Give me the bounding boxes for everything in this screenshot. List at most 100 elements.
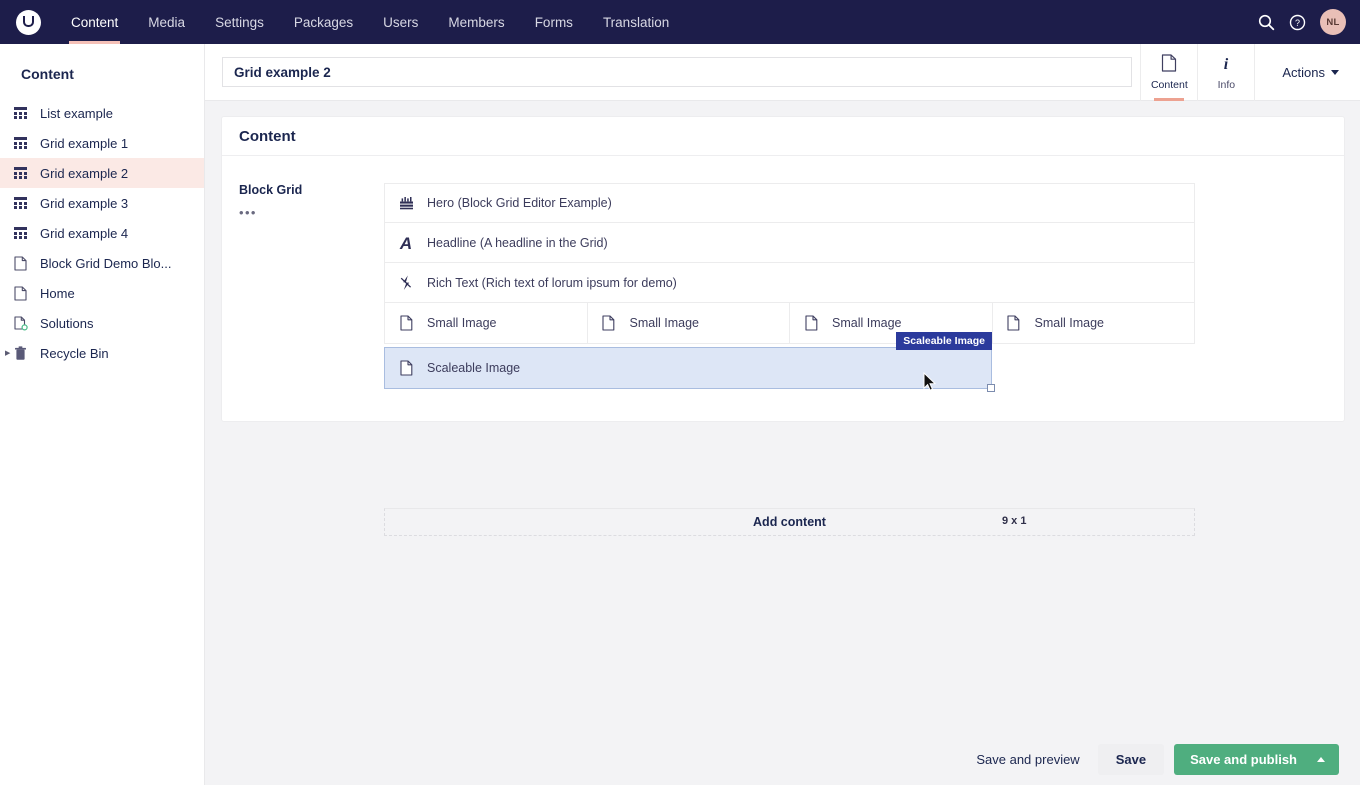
nav-item-forms[interactable]: Forms [520, 0, 588, 44]
sidebar-item-label: Recycle Bin [36, 346, 109, 361]
block-label: Scaleable Image [427, 361, 520, 375]
block-cell-small-image-1[interactable]: Small Image [385, 303, 588, 343]
umbraco-logo-circle [16, 10, 41, 35]
document-published-icon [14, 316, 36, 331]
document-icon [14, 256, 36, 271]
page-title-input[interactable] [222, 57, 1132, 87]
block-label: Small Image [1035, 316, 1104, 330]
top-nav-items: Content Media Settings Packages Users Me… [56, 0, 684, 44]
sidebar-item-block-grid-demo[interactable]: Block Grid Demo Blo... [0, 248, 204, 278]
document-icon [1161, 54, 1177, 75]
sidebar: Content List example Grid example 1 Grid… [0, 44, 205, 785]
sidebar-item-label: Grid example 2 [36, 166, 128, 181]
block-label: Small Image [427, 316, 496, 330]
grid-icon [14, 167, 36, 179]
chevron-right-icon[interactable]: ▶ [5, 338, 10, 368]
block-row-hero[interactable]: Hero (Block Grid Editor Example) [384, 183, 1195, 223]
block-row-small-images: Small Image Small Image Small Image [384, 303, 1195, 344]
document-icon [993, 315, 1035, 331]
save-button[interactable]: Save [1098, 744, 1164, 775]
property-label-group: Block Grid ••• [239, 183, 384, 536]
property-name: Block Grid [239, 183, 384, 197]
actions-button[interactable]: Actions [1254, 44, 1360, 101]
content-card-body: Block Grid ••• Hero (Block Gr [222, 156, 1344, 536]
nav-item-label: Settings [215, 15, 264, 30]
tab-info[interactable]: i Info [1197, 44, 1254, 101]
grid-icon [14, 197, 36, 209]
nav-item-label: Members [448, 15, 504, 30]
property-options-icon[interactable]: ••• [239, 205, 384, 220]
block-label: Small Image [630, 316, 699, 330]
block-row-headline[interactable]: A Headline (A headline in the Grid) [384, 223, 1195, 263]
grid-icon [14, 227, 36, 239]
nav-item-users[interactable]: Users [368, 0, 433, 44]
tab-content[interactable]: Content [1140, 44, 1197, 101]
actions-label: Actions [1282, 65, 1325, 80]
nav-item-label: Forms [535, 15, 573, 30]
save-and-preview-button[interactable]: Save and preview [968, 752, 1087, 767]
rich-text-icon [385, 274, 427, 292]
trash-icon [14, 346, 36, 361]
nav-item-media[interactable]: Media [133, 0, 200, 44]
sidebar-item-list-example[interactable]: List example [0, 98, 204, 128]
grid-icon [14, 107, 36, 119]
nav-item-label: Packages [294, 15, 353, 30]
avatar[interactable]: NL [1320, 9, 1346, 35]
sidebar-item-grid-example-1[interactable]: Grid example 1 [0, 128, 204, 158]
help-circle-icon[interactable]: ? [1289, 14, 1306, 31]
nav-item-packages[interactable]: Packages [279, 0, 368, 44]
search-icon[interactable] [1258, 14, 1275, 31]
block-cell-small-image-2[interactable]: Small Image [588, 303, 791, 343]
sidebar-item-label: Home [36, 286, 75, 301]
content-card: Content Block Grid ••• [221, 116, 1345, 422]
top-navigation-bar: Content Media Settings Packages Users Me… [0, 0, 1360, 44]
add-content-row[interactable]: Add content 9 x 1 [384, 508, 1195, 536]
block-label: Small Image [832, 316, 901, 330]
selected-block-scaleable-image[interactable]: Scaleable Image Scaleable Image [384, 347, 992, 389]
nav-item-content[interactable]: Content [56, 0, 133, 44]
sidebar-item-label: List example [36, 106, 113, 121]
block-label: Rich Text (Rich text of lorum ipsum for … [427, 276, 677, 290]
umbraco-logo[interactable] [0, 0, 56, 44]
mouse-cursor-icon [923, 372, 937, 397]
save-and-publish-label: Save and publish [1190, 752, 1297, 767]
nav-item-settings[interactable]: Settings [200, 0, 279, 44]
document-icon [588, 315, 630, 331]
block-grid-editor: Hero (Block Grid Editor Example) A Headl… [384, 183, 1195, 536]
block-row-rich-text[interactable]: Rich Text (Rich text of lorum ipsum for … [384, 263, 1195, 303]
add-content-button[interactable]: Add content [753, 515, 826, 529]
svg-text:i: i [1224, 56, 1229, 72]
headline-a-icon: A [385, 234, 427, 252]
block-label: Hero (Block Grid Editor Example) [427, 196, 612, 210]
sidebar-item-label: Grid example 4 [36, 226, 128, 241]
chevron-down-icon [1331, 70, 1339, 75]
document-icon [14, 286, 36, 301]
sidebar-item-label: Grid example 1 [36, 136, 128, 151]
nav-item-label: Content [71, 15, 118, 30]
sidebar-item-home[interactable]: Home [0, 278, 204, 308]
grid-icon [14, 137, 36, 149]
nav-item-label: Media [148, 15, 185, 30]
sidebar-item-grid-example-3[interactable]: Grid example 3 [0, 188, 204, 218]
document-icon [790, 315, 832, 331]
nav-item-translation[interactable]: Translation [588, 0, 684, 44]
resize-handle[interactable] [987, 384, 995, 392]
nav-item-label: Translation [603, 15, 669, 30]
sidebar-item-solutions[interactable]: Solutions [0, 308, 204, 338]
top-nav-right-tools: ? NL [1258, 0, 1360, 44]
save-and-publish-button[interactable]: Save and publish [1174, 744, 1339, 775]
block-cell-small-image-4[interactable]: Small Image [993, 303, 1195, 343]
svg-text:?: ? [1295, 18, 1300, 28]
info-italic-icon: i [1218, 54, 1234, 75]
sidebar-item-label: Grid example 3 [36, 196, 128, 211]
content-card-title: Content [222, 117, 1344, 156]
nav-item-members[interactable]: Members [433, 0, 519, 44]
sidebar-title: Content [0, 44, 204, 98]
nav-item-label: Users [383, 15, 418, 30]
sidebar-item-grid-example-4[interactable]: Grid example 4 [0, 218, 204, 248]
sidebar-item-recycle-bin[interactable]: ▶ Recycle Bin [0, 338, 204, 368]
tab-label: Content [1151, 79, 1188, 91]
sidebar-item-grid-example-2[interactable]: Grid example 2 [0, 158, 204, 188]
chevron-up-icon[interactable] [1317, 757, 1325, 762]
footer-action-bar: Save and preview Save Save and publish [205, 733, 1360, 785]
